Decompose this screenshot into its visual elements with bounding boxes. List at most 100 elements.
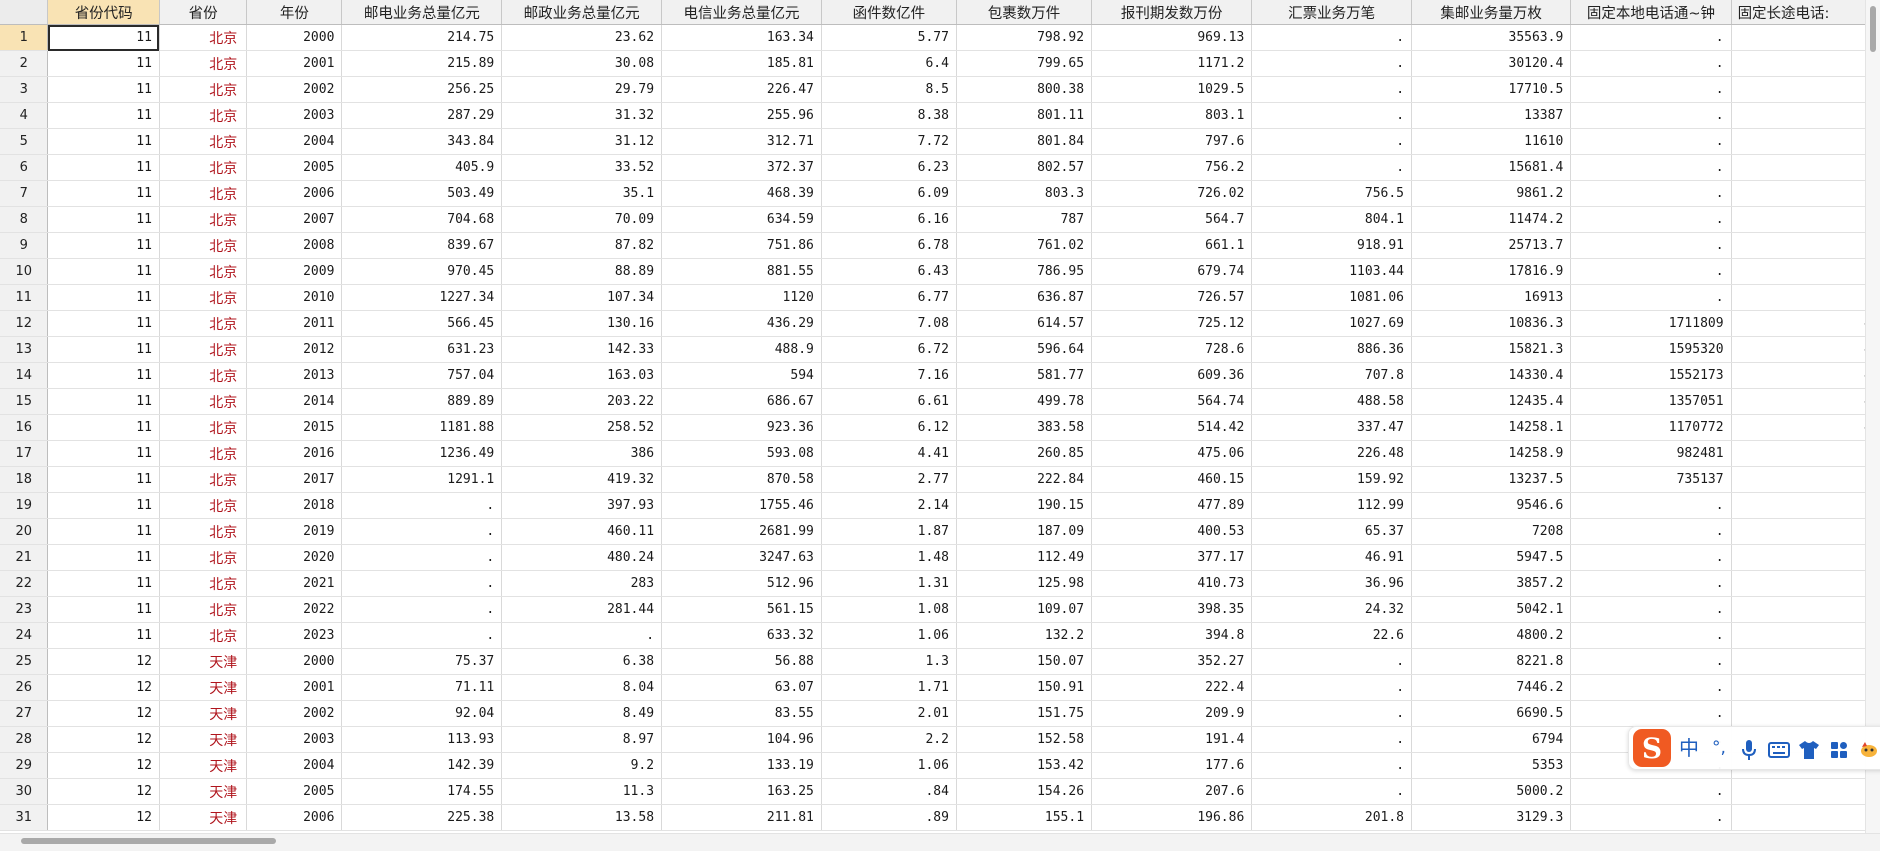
cell-long-distance[interactable] xyxy=(1731,492,1880,519)
chinese-mode-icon[interactable]: 中 xyxy=(1677,727,1701,769)
cell-parcels[interactable]: 800.38 xyxy=(956,76,1093,103)
data-editor-grid[interactable]: 省份代码 省份 年份 邮电业务总量亿元 邮政业务总量亿元 电信业务总量亿元 函件… xyxy=(0,0,1880,850)
cell-postal-total[interactable]: 87.82 xyxy=(501,232,663,259)
row-number[interactable]: 13 xyxy=(0,336,49,363)
cell-postal-total[interactable]: 70.09 xyxy=(501,206,663,233)
table-row[interactable]: 10 11 北京 2009 970.45 88.89 881.55 6.43 786.95 679… xyxy=(0,258,1880,285)
cell-postal-total[interactable]: 419.32 xyxy=(501,466,663,493)
cell-remittance[interactable]: 201.8 xyxy=(1251,804,1413,831)
cell-code[interactable]: 11 xyxy=(47,102,160,129)
cell-postal-telecom-total[interactable]: 503.49 xyxy=(341,180,503,207)
column-header-province[interactable]: 省份 xyxy=(159,0,248,25)
cell-philately[interactable]: 17816.9 xyxy=(1411,258,1572,285)
column-header-letters[interactable]: 函件数亿件 xyxy=(821,0,957,25)
cell-letters[interactable]: 1.48 xyxy=(821,544,957,571)
cell-postal-total[interactable]: 11.3 xyxy=(501,778,663,805)
cell-year[interactable]: 2005 xyxy=(246,778,343,805)
cell-code[interactable]: 11 xyxy=(47,128,160,155)
cell-postal-telecom-total[interactable]: 174.55 xyxy=(341,778,503,805)
cell-local-phone[interactable]: . xyxy=(1570,76,1732,103)
cell-philately[interactable]: 25713.7 xyxy=(1411,232,1572,259)
corner-cell[interactable] xyxy=(0,0,49,25)
row-number[interactable]: 1 xyxy=(0,24,49,51)
cell-postal-telecom-total[interactable]: . xyxy=(341,544,503,571)
cell-periodicals[interactable]: 475.06 xyxy=(1091,440,1253,467)
cell-parcels[interactable]: 499.78 xyxy=(956,388,1093,415)
cell-periodicals[interactable]: 477.89 xyxy=(1091,492,1253,519)
cell-code[interactable]: 11 xyxy=(47,414,160,441)
cell-postal-telecom-total[interactable]: 92.04 xyxy=(341,700,503,727)
cell-philately[interactable]: 9546.6 xyxy=(1411,492,1572,519)
row-number[interactable]: 16 xyxy=(0,414,49,441)
cell-remittance[interactable]: 112.99 xyxy=(1251,492,1413,519)
cell-code[interactable]: 11 xyxy=(47,154,160,181)
cell-telecom-total[interactable]: 751.86 xyxy=(661,232,822,259)
cell-year[interactable]: 2011 xyxy=(246,310,343,337)
cell-postal-telecom-total[interactable]: 113.93 xyxy=(341,726,503,753)
cell-province[interactable]: 北京 xyxy=(159,440,248,467)
cell-code[interactable]: 11 xyxy=(47,492,160,519)
cell-code[interactable]: 11 xyxy=(47,622,160,649)
row-number[interactable]: 3 xyxy=(0,76,49,103)
cell-philately[interactable]: 5353 xyxy=(1411,752,1572,779)
cell-periodicals[interactable]: 460.15 xyxy=(1091,466,1253,493)
toolbox-grid-icon[interactable] xyxy=(1827,727,1851,769)
cell-code[interactable]: 11 xyxy=(47,206,160,233)
cell-letters[interactable]: 6.61 xyxy=(821,388,957,415)
cell-philately[interactable]: 15821.3 xyxy=(1411,336,1572,363)
cell-periodicals[interactable]: 177.6 xyxy=(1091,752,1253,779)
cell-long-distance[interactable]: 4 xyxy=(1731,414,1880,441)
cell-parcels[interactable]: 787 xyxy=(956,206,1093,233)
cell-long-distance[interactable]: 3 xyxy=(1731,466,1880,493)
cell-telecom-total[interactable]: 594 xyxy=(661,362,822,389)
cell-parcels[interactable]: 154.26 xyxy=(956,778,1093,805)
row-number[interactable]: 12 xyxy=(0,310,49,337)
cell-year[interactable]: 2015 xyxy=(246,414,343,441)
cell-postal-telecom-total[interactable]: 405.9 xyxy=(341,154,503,181)
cell-telecom-total[interactable]: 63.07 xyxy=(661,674,822,701)
cell-long-distance[interactable] xyxy=(1731,154,1880,181)
cell-letters[interactable]: .84 xyxy=(821,778,957,805)
cell-long-distance[interactable] xyxy=(1731,128,1880,155)
cell-local-phone[interactable]: 1357051 xyxy=(1570,388,1732,415)
cell-local-phone[interactable]: . xyxy=(1570,258,1732,285)
cell-philately[interactable]: 6794 xyxy=(1411,726,1572,753)
column-header-telecom-total[interactable]: 电信业务总量亿元 xyxy=(661,0,822,25)
cell-code[interactable]: 12 xyxy=(47,778,160,805)
cell-postal-total[interactable]: 283 xyxy=(501,570,663,597)
cell-parcels[interactable]: 581.77 xyxy=(956,362,1093,389)
cell-postal-total[interactable]: 33.52 xyxy=(501,154,663,181)
cell-postal-telecom-total[interactable]: . xyxy=(341,492,503,519)
cell-periodicals[interactable]: 661.1 xyxy=(1091,232,1253,259)
cell-local-phone[interactable]: . xyxy=(1570,622,1732,649)
column-header-parcels[interactable]: 包裹数万件 xyxy=(956,0,1093,25)
column-header-long-distance[interactable]: 固定长途电话: xyxy=(1731,0,1880,25)
cell-remittance[interactable]: 886.36 xyxy=(1251,336,1413,363)
vertical-scrollbar[interactable] xyxy=(1865,0,1880,833)
cell-local-phone[interactable]: . xyxy=(1570,50,1732,77)
cell-local-phone[interactable]: . xyxy=(1570,778,1732,805)
cell-province[interactable]: 北京 xyxy=(159,128,248,155)
row-number[interactable]: 7 xyxy=(0,180,49,207)
vertical-scrollbar-thumb[interactable] xyxy=(1870,6,1876,52)
cell-local-phone[interactable]: . xyxy=(1570,232,1732,259)
cell-philately[interactable]: 10836.3 xyxy=(1411,310,1572,337)
cell-long-distance[interactable] xyxy=(1731,24,1880,51)
cell-year[interactable]: 2007 xyxy=(246,206,343,233)
cell-code[interactable]: 12 xyxy=(47,674,160,701)
cell-periodicals[interactable]: 398.35 xyxy=(1091,596,1253,623)
cell-long-distance[interactable] xyxy=(1731,570,1880,597)
cell-postal-total[interactable]: 397.93 xyxy=(501,492,663,519)
cell-postal-telecom-total[interactable]: 1236.49 xyxy=(341,440,503,467)
cell-postal-telecom-total[interactable]: 566.45 xyxy=(341,310,503,337)
cell-philately[interactable]: 13237.5 xyxy=(1411,466,1572,493)
cell-remittance[interactable]: . xyxy=(1251,24,1413,51)
cell-remittance[interactable]: 707.8 xyxy=(1251,362,1413,389)
cell-year[interactable]: 2006 xyxy=(246,180,343,207)
cell-province[interactable]: 北京 xyxy=(159,76,248,103)
row-number[interactable]: 8 xyxy=(0,206,49,233)
cell-province[interactable]: 北京 xyxy=(159,206,248,233)
cell-code[interactable]: 11 xyxy=(47,440,160,467)
table-row[interactable]: 13 11 北京 2012 631.23 142.33 488.9 6.72 596.64 728… xyxy=(0,336,1880,363)
table-row[interactable]: 5 11 北京 2004 343.84 31.12 312.71 7.72 801.84 797.… xyxy=(0,128,1880,155)
